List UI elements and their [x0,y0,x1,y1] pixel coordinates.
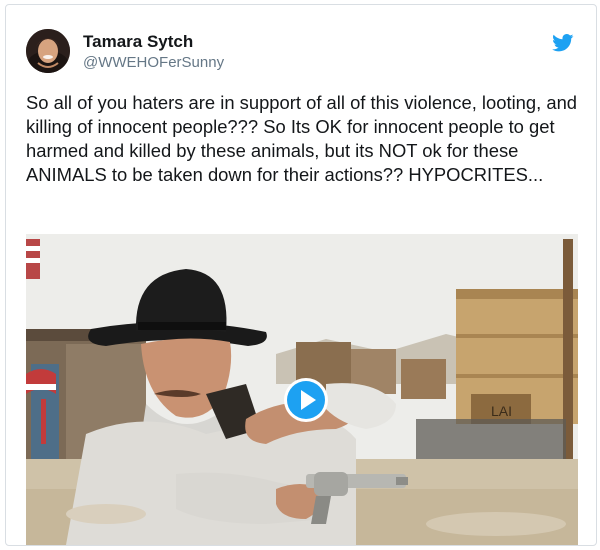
tweet-text: So all of you haters are in support of a… [26,91,581,187]
tweet-media-gif[interactable]: LAI [26,234,578,545]
tweet-body: So all of you haters are in support of a… [26,92,578,185]
building-sign: LAI [491,403,512,419]
play-icon[interactable] [283,377,329,423]
avatar[interactable] [26,29,70,73]
user-handle[interactable]: @WWEHOFerSunny [83,54,224,71]
tweet-card[interactable]: Tamara Sytch @WWEHOFerSunny So all of yo… [5,4,597,546]
twitter-bird-icon[interactable] [552,34,574,52]
display-name[interactable]: Tamara Sytch [83,32,193,52]
avatar-image [26,29,70,73]
